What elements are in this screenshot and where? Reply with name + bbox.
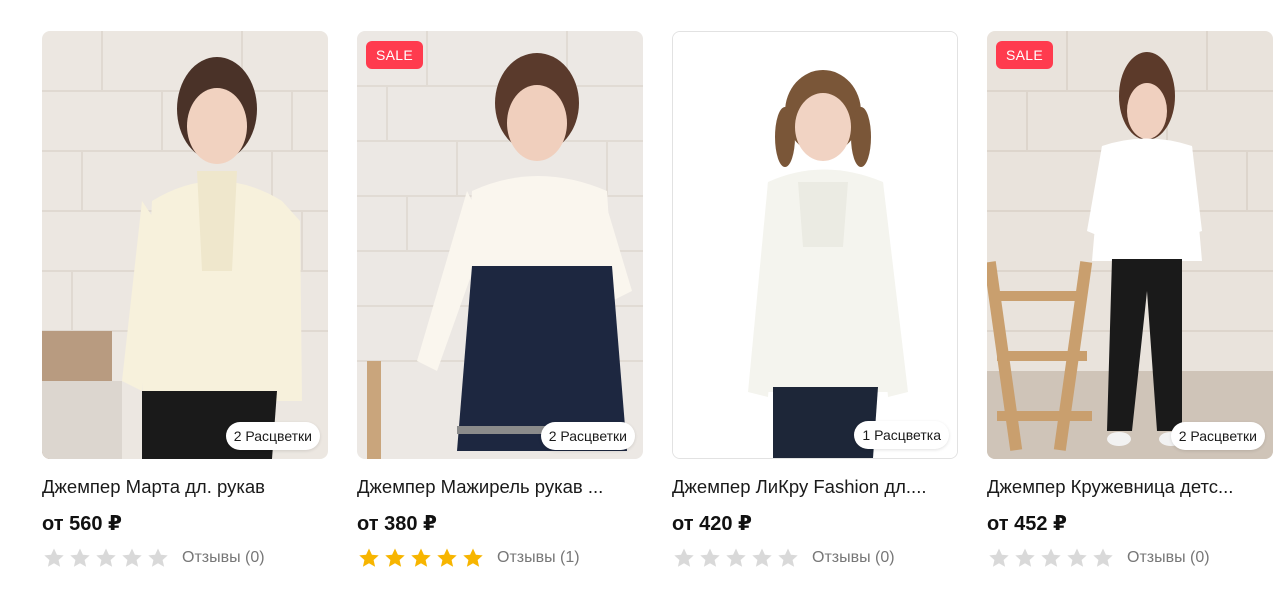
star-icon — [148, 548, 168, 567]
star-icon — [122, 548, 142, 567]
product-image[interactable]: 2 Расцветки — [42, 31, 328, 459]
star-icon — [778, 548, 798, 567]
product-image[interactable]: 1 Расцветка — [672, 31, 958, 459]
product-price: от 420 ₽ — [672, 513, 752, 535]
star-icon — [700, 548, 720, 567]
star-icon — [1093, 548, 1113, 567]
star-icon — [411, 548, 431, 567]
star-rating — [357, 546, 485, 570]
product-price: от 560 ₽ — [42, 513, 122, 535]
star-icon — [96, 548, 116, 567]
star-icon — [385, 548, 405, 567]
product-price: от 452 ₽ — [987, 513, 1067, 535]
star-icon — [752, 548, 772, 567]
colors-count-badge[interactable]: 1 Расцветка — [854, 421, 949, 449]
star-icon — [1041, 548, 1061, 567]
product-card[interactable]: 2 Расцветки Джемпер Марта дл. рукав от 5… — [42, 31, 328, 570]
star-rating — [672, 546, 800, 570]
product-title[interactable]: Джемпер Мажирель рукав ... — [357, 476, 643, 498]
reviews-link[interactable]: Отзывы (0) — [812, 549, 895, 567]
rating-row: Отзывы (0) — [987, 546, 1273, 570]
product-title[interactable]: Джемпер Марта дл. рукав — [42, 476, 328, 498]
product-title[interactable]: Джемпер Кружевница детс... — [987, 476, 1273, 498]
rating-row: Отзывы (0) — [42, 546, 328, 570]
star-icon — [463, 548, 483, 567]
rating-row: Отзывы (0) — [672, 546, 958, 570]
product-price: от 380 ₽ — [357, 513, 437, 535]
star-icon — [726, 548, 746, 567]
star-icon — [437, 548, 457, 567]
reviews-link[interactable]: Отзывы (0) — [1127, 549, 1210, 567]
product-grid: 2 Расцветки Джемпер Марта дл. рукав от 5… — [42, 31, 1273, 570]
product-card[interactable]: SALE 2 Расцветки Джемпер Мажирель рукав … — [357, 31, 643, 570]
star-icon — [674, 548, 694, 567]
reviews-link[interactable]: Отзывы (0) — [182, 549, 265, 567]
star-icon — [1067, 548, 1087, 567]
star-icon — [44, 548, 64, 567]
star-rating — [42, 546, 170, 570]
sale-badge: SALE — [366, 41, 423, 69]
rating-row: Отзывы (1) — [357, 546, 643, 570]
product-image[interactable]: SALE 2 Расцветки — [357, 31, 643, 459]
colors-count-badge[interactable]: 2 Расцветки — [225, 422, 320, 450]
star-icon — [70, 548, 90, 567]
star-rating — [987, 546, 1115, 570]
colors-count-badge[interactable]: 2 Расцветки — [1170, 422, 1265, 450]
colors-count-badge[interactable]: 2 Расцветки — [540, 422, 635, 450]
star-icon — [1015, 548, 1035, 567]
product-card[interactable]: SALE 2 Расцветки Джемпер Кружевница детс… — [987, 31, 1273, 570]
product-image[interactable]: SALE 2 Расцветки — [987, 31, 1273, 459]
star-icon — [989, 548, 1009, 567]
product-title[interactable]: Джемпер ЛиКру Fashion дл.... — [672, 476, 958, 498]
sale-badge: SALE — [996, 41, 1053, 69]
product-card[interactable]: 1 Расцветка Джемпер ЛиКру Fashion дл....… — [672, 31, 958, 570]
reviews-link[interactable]: Отзывы (1) — [497, 549, 580, 567]
star-icon — [359, 548, 379, 567]
